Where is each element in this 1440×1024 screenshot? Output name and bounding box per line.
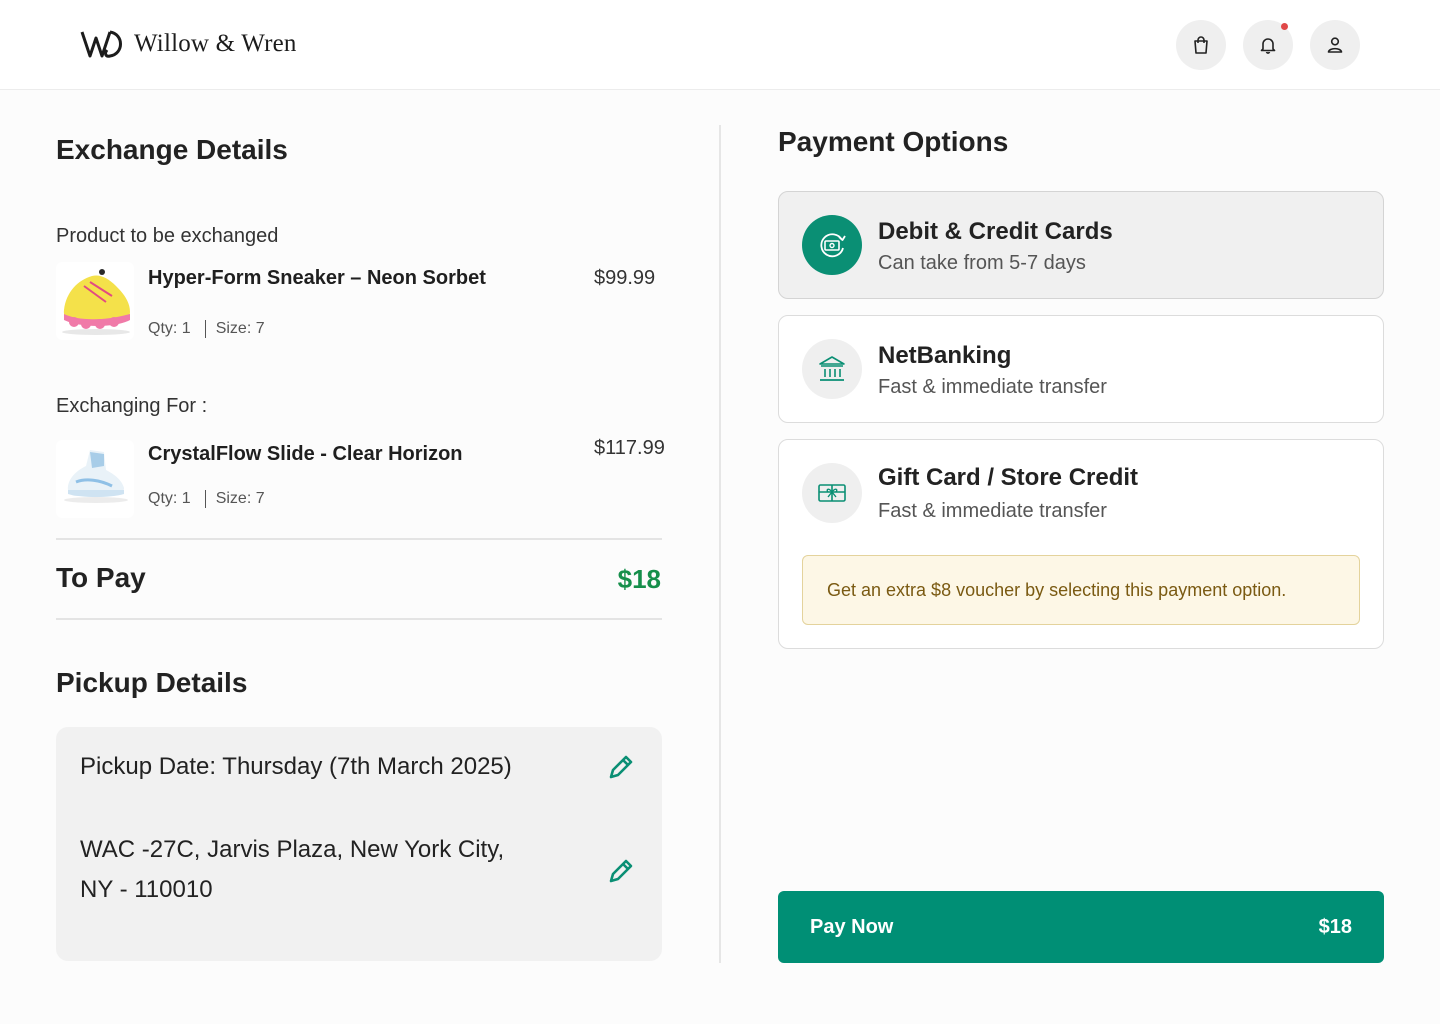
pickup-details-title: Pickup Details xyxy=(56,667,248,698)
divider xyxy=(56,538,662,540)
pickup-date: Pickup Date: Thursday (7th March 2025) xyxy=(80,753,512,780)
notification-dot xyxy=(1281,23,1288,30)
payment-option-title: Debit & Credit Cards xyxy=(878,218,1113,245)
payment-option-title: Gift Card / Store Credit xyxy=(878,464,1139,491)
payment-options-title: Payment Options xyxy=(778,126,1009,157)
payment-option-title: NetBanking xyxy=(878,342,1012,369)
notifications-button[interactable] xyxy=(1243,20,1293,70)
new-product-meta: Qty: 1 Size: 7 xyxy=(148,490,265,508)
brand-name: Willow & Wren xyxy=(134,30,297,57)
shopping-bag-icon xyxy=(1194,36,1208,54)
card-refund-icon xyxy=(820,233,846,258)
brand-logo[interactable]: Willow & Wren xyxy=(80,28,297,60)
pickup-address-line1: WAC -27C, Jarvis Plaza, New York City, xyxy=(80,836,505,863)
payment-option-netbanking[interactable]: NetBanking Fast & immediate transfer xyxy=(778,315,1384,423)
to-pay-amount: $18 xyxy=(617,564,661,594)
old-product-qty: Qty: 1 xyxy=(148,320,191,337)
payment-option-subtitle: Fast & immediate transfer xyxy=(878,376,1107,398)
meta-separator xyxy=(204,490,206,508)
edit-address-icon[interactable] xyxy=(606,856,636,886)
brand-logo-mark xyxy=(80,30,122,58)
old-product-price: $99.99 xyxy=(594,267,656,289)
old-product-name[interactable]: Hyper-Form Sneaker – Neon Sorbet xyxy=(148,267,486,290)
new-product-image[interactable] xyxy=(56,440,134,518)
new-product-size: Size: 7 xyxy=(215,490,265,507)
edit-pickup-date-icon[interactable] xyxy=(606,752,636,782)
card-refund-icon-wrap xyxy=(802,215,862,275)
top-header: Willow & Wren xyxy=(0,0,1440,90)
bank-icon xyxy=(819,356,845,381)
cart-button[interactable] xyxy=(1176,20,1226,70)
profile-button[interactable] xyxy=(1310,20,1360,70)
bell-icon xyxy=(1260,38,1276,54)
payment-option-cards[interactable]: Debit & Credit Cards Can take from 5-7 d… xyxy=(778,191,1384,299)
meta-separator xyxy=(204,320,206,338)
pickup-details-card: Pickup Date: Thursday (7th March 2025) W… xyxy=(56,727,662,961)
voucher-note: Get an extra $8 voucher by selecting thi… xyxy=(802,555,1360,625)
pay-now-label: Pay Now xyxy=(810,915,894,938)
new-product-name[interactable]: CrystalFlow Slide - Clear Horizon xyxy=(148,443,463,466)
old-product-size: Size: 7 xyxy=(215,320,265,337)
divider xyxy=(56,618,662,620)
exchanging-for-label: Exchanging For : xyxy=(56,395,208,417)
column-divider xyxy=(719,125,721,963)
pay-now-button[interactable]: Pay Now $18 xyxy=(778,891,1384,963)
payment-option-gift-card[interactable]: Gift Card / Store Credit Fast & immediat… xyxy=(778,439,1384,649)
sneaker-image xyxy=(62,269,130,335)
slide-shoe-image xyxy=(64,450,128,503)
gift-card-icon-wrap xyxy=(802,463,862,523)
gift-card-icon xyxy=(818,484,846,502)
pickup-address-line2: NY - 110010 xyxy=(80,876,213,903)
old-product-image[interactable] xyxy=(56,262,134,340)
pay-now-amount: $18 xyxy=(1318,915,1352,938)
bank-icon-wrap xyxy=(802,339,862,399)
payment-option-subtitle: Can take from 5-7 days xyxy=(878,252,1086,274)
old-product-meta: Qty: 1 Size: 7 xyxy=(148,320,265,338)
new-product-price: $117.99 xyxy=(594,437,665,459)
exchange-details-title: Exchange Details xyxy=(56,134,288,165)
payment-option-subtitle: Fast & immediate transfer xyxy=(878,500,1107,522)
user-icon xyxy=(1327,37,1343,53)
product-to-exchange-label: Product to be exchanged xyxy=(56,225,279,247)
new-product-qty: Qty: 1 xyxy=(148,490,191,507)
to-pay-label: To Pay xyxy=(56,562,146,593)
